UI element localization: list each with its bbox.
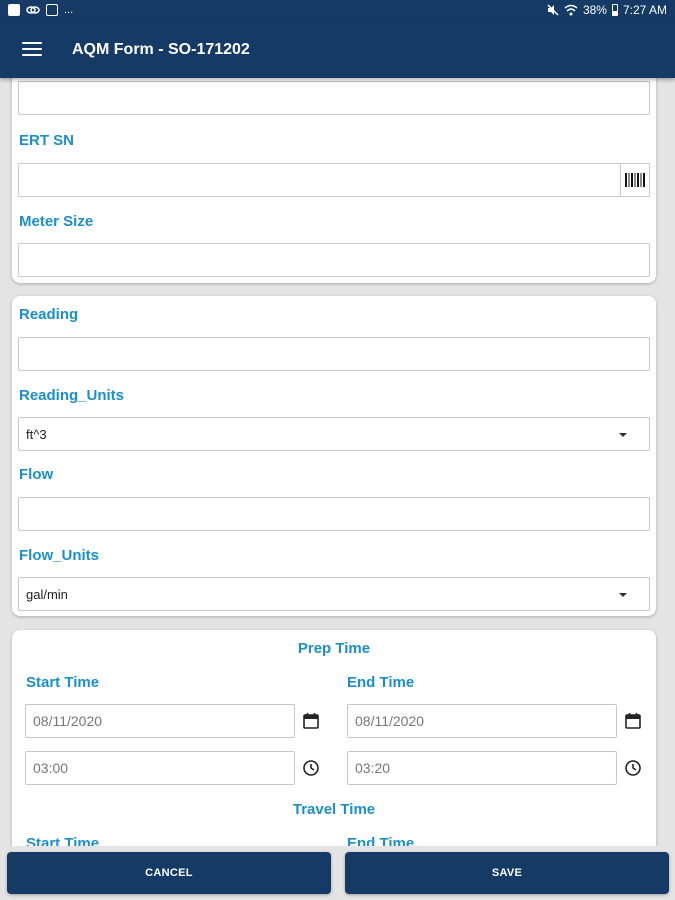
app-bar: AQM Form - SO-171202 <box>0 22 675 78</box>
flow-input[interactable] <box>18 497 650 531</box>
barcode-scan-button[interactable] <box>620 163 650 197</box>
menu-icon[interactable] <box>22 42 42 58</box>
calendar-icon[interactable] <box>624 712 642 730</box>
time-card: Prep Time Start Time End Time 08/11/2020… <box>12 630 656 846</box>
prep-start-time-label: Start Time <box>26 674 100 691</box>
calendar-icon[interactable] <box>302 712 320 730</box>
prep-end-time-field[interactable]: 03:20 <box>347 751 617 785</box>
meter-size-input[interactable] <box>18 243 650 277</box>
form-content[interactable]: ERT SN Meter Size Reading Reading_Units … <box>0 78 675 846</box>
prep-start-date-value: 08/11/2020 <box>33 713 103 729</box>
prep-start-time-field[interactable]: 03:00 <box>25 751 295 785</box>
system-icons: 38% 7:27 AM <box>547 3 667 17</box>
barcode-icon <box>625 173 645 187</box>
action-bar: CANCEL SAVE <box>0 846 675 900</box>
reading-label: Reading <box>19 306 79 323</box>
prep-end-date-value: 08/11/2020 <box>355 713 425 729</box>
meter-info-card: ERT SN Meter Size <box>12 78 656 283</box>
clock-time: 7:27 AM <box>622 3 667 17</box>
save-button[interactable]: SAVE <box>345 852 669 894</box>
more-notifications: ... <box>64 4 74 16</box>
ert-sn-input[interactable] <box>18 163 621 197</box>
gallery-icon <box>8 4 20 16</box>
reading-input[interactable] <box>18 337 650 371</box>
notification-icons: ... <box>8 4 73 16</box>
prep-start-time-value: 03:00 <box>33 760 69 776</box>
prep-end-time-label: End Time <box>347 674 415 691</box>
travel-start-time-label: Start Time <box>26 835 100 846</box>
prep-end-date-field[interactable]: 08/11/2020 <box>347 704 617 738</box>
ert-sn-label: ERT SN <box>19 132 75 149</box>
travel-end-time-label: End Time <box>347 835 415 846</box>
travel-time-title: Travel Time <box>292 801 376 818</box>
flow-units-label: Flow_Units <box>19 547 100 564</box>
reading-units-label: Reading_Units <box>19 387 125 404</box>
flow-label: Flow <box>19 466 54 483</box>
app-notification-icon <box>46 4 58 16</box>
battery-percent: 38% <box>582 3 607 17</box>
battery-icon <box>611 4 618 16</box>
meter-size-label: Meter Size <box>19 213 94 230</box>
status-bar: ... 38% 7:27 AM <box>0 0 675 22</box>
link-icon <box>26 6 40 14</box>
prep-end-time-value: 03:20 <box>355 760 391 776</box>
prep-time-title: Prep Time <box>297 640 371 657</box>
dropdown-caret-icon <box>619 593 627 597</box>
reading-units-value: ft^3 <box>26 426 47 442</box>
reading-units-select[interactable]: ft^3 <box>18 417 650 451</box>
clock-icon[interactable] <box>624 759 642 777</box>
dropdown-caret-icon <box>619 433 627 437</box>
mute-icon <box>547 4 559 16</box>
wifi-icon <box>564 4 578 16</box>
flow-units-select[interactable]: gal/min <box>18 577 650 611</box>
prep-start-date-field[interactable]: 08/11/2020 <box>25 704 295 738</box>
cancel-button[interactable]: CANCEL <box>7 852 331 894</box>
clock-icon[interactable] <box>302 759 320 777</box>
flow-units-value: gal/min <box>26 586 68 602</box>
page-title: AQM Form - SO-171202 <box>72 41 250 58</box>
reading-card: Reading Reading_Units ft^3 Flow Flow_Uni… <box>12 296 656 616</box>
top-field-input[interactable] <box>18 81 650 115</box>
